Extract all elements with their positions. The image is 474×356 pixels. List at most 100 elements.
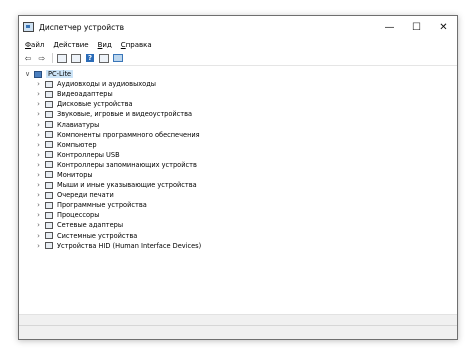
tree-item-label: Дисковые устройства bbox=[57, 100, 133, 109]
status-bar bbox=[19, 325, 457, 339]
tree-item-label: Клавиатуры bbox=[57, 120, 100, 129]
menu-action-label: ействие bbox=[58, 40, 89, 49]
device-category-icon bbox=[45, 171, 53, 179]
tree-item[interactable]: › Очереди печати bbox=[19, 190, 457, 200]
toolbar: ⇦ ⇨ ? bbox=[19, 51, 457, 66]
collapsed-chevron-icon[interactable]: › bbox=[34, 211, 43, 219]
tree-children: › Аудиовходы и аудиовыходы › Видеоадаптеры ›… bbox=[19, 79, 457, 251]
collapsed-chevron-icon[interactable]: › bbox=[34, 141, 43, 149]
device-tree: ∨ PC-Lite › Аудиовходы и аудиовыходы › Виде… bbox=[19, 66, 457, 326]
help-icon: ? bbox=[86, 54, 94, 62]
close-button[interactable]: ✕ bbox=[430, 16, 457, 38]
device-category-icon bbox=[45, 151, 53, 159]
device-manager-icon bbox=[23, 22, 34, 32]
tree-item[interactable]: › Мониторы bbox=[19, 170, 457, 180]
device-category-icon bbox=[45, 181, 53, 189]
tree-item[interactable]: › Устройства HID (Human Interface Devices… bbox=[19, 241, 457, 251]
device-category-icon bbox=[45, 80, 53, 88]
console-tree-icon bbox=[57, 53, 67, 63]
tree-item[interactable]: › Мыши и иные указывающие устройства bbox=[19, 180, 457, 190]
tree-item[interactable]: › Процессоры bbox=[19, 210, 457, 220]
help-button[interactable]: ? bbox=[85, 53, 95, 63]
tree-root-label: PC-Lite bbox=[46, 70, 74, 79]
device-category-icon bbox=[45, 211, 53, 219]
tree-item[interactable]: › Компоненты программного обеспечения bbox=[19, 130, 457, 140]
device-category-icon bbox=[45, 232, 53, 240]
tree-item-label: Звуковые, игровые и видеоустройства bbox=[57, 110, 193, 119]
device-category-icon bbox=[45, 131, 53, 139]
collapsed-chevron-icon[interactable]: › bbox=[34, 221, 43, 229]
toolbar-separator bbox=[52, 53, 53, 63]
tree-item-label: Программные устройства bbox=[57, 201, 147, 210]
window-controls: — ☐ ✕ bbox=[376, 16, 457, 38]
show-hide-console-tree-button[interactable] bbox=[57, 53, 67, 63]
tree-item-label: Мыши и иные указывающие устройства bbox=[57, 181, 197, 190]
menu-action[interactable]: Действие bbox=[53, 41, 88, 49]
device-category-icon bbox=[45, 141, 53, 149]
menu-help-label: правка bbox=[125, 40, 152, 49]
tree-item-label: Контроллеры USB bbox=[57, 150, 120, 159]
collapsed-chevron-icon[interactable]: › bbox=[34, 131, 43, 139]
monitor-icon bbox=[113, 54, 123, 62]
tree-item[interactable]: › Дисковые устройства bbox=[19, 99, 457, 109]
collapsed-chevron-icon[interactable]: › bbox=[34, 121, 43, 129]
device-category-icon bbox=[45, 191, 53, 199]
action-pane-button[interactable] bbox=[99, 53, 109, 63]
collapsed-chevron-icon[interactable]: › bbox=[34, 161, 43, 169]
device-category-icon bbox=[45, 100, 53, 108]
tree-item-label: Системные устройства bbox=[57, 231, 138, 240]
tree-item-label: Компоненты программного обеспечения bbox=[57, 130, 200, 139]
collapsed-chevron-icon[interactable]: › bbox=[34, 171, 43, 179]
minimize-button[interactable]: — bbox=[376, 16, 403, 38]
tree-item[interactable]: › Контроллеры запоминающих устройств bbox=[19, 160, 457, 170]
tree-item[interactable]: › Звуковые, игровые и видеоустройства bbox=[19, 109, 457, 119]
action-pane-icon bbox=[99, 53, 109, 63]
maximize-button[interactable]: ☐ bbox=[403, 16, 430, 38]
tree-item-label: Контроллеры запоминающих устройств bbox=[57, 160, 197, 169]
tree-item[interactable]: › Компьютер bbox=[19, 140, 457, 150]
tree-item-label: Компьютер bbox=[57, 140, 97, 149]
tree-root[interactable]: ∨ PC-Lite bbox=[19, 69, 457, 79]
title-bar: Диспетчер устройств — ☐ ✕ bbox=[19, 16, 457, 38]
forward-button[interactable]: ⇨ bbox=[37, 53, 47, 63]
device-category-icon bbox=[45, 161, 53, 169]
device-category-icon bbox=[45, 221, 53, 229]
tree-item-label: Очереди печати bbox=[57, 191, 114, 200]
back-button[interactable]: ⇦ bbox=[23, 53, 33, 63]
computer-icon bbox=[34, 70, 42, 78]
menu-view-label: ид bbox=[102, 40, 112, 49]
tree-item[interactable]: › Видеоадаптеры bbox=[19, 89, 457, 99]
collapsed-chevron-icon[interactable]: › bbox=[34, 232, 43, 240]
tree-item[interactable]: › Сетевые адаптеры bbox=[19, 220, 457, 230]
expanded-chevron-icon[interactable]: ∨ bbox=[23, 70, 32, 78]
tree-item-label: Мониторы bbox=[57, 170, 93, 179]
tree-item[interactable]: › Системные устройства bbox=[19, 231, 457, 241]
device-category-icon bbox=[45, 201, 53, 209]
collapsed-chevron-icon[interactable]: › bbox=[34, 110, 43, 118]
menu-file[interactable]: Файл bbox=[25, 41, 44, 49]
properties-button[interactable] bbox=[71, 53, 81, 63]
tree-item[interactable]: › Контроллеры USB bbox=[19, 150, 457, 160]
collapsed-chevron-icon[interactable]: › bbox=[34, 181, 43, 189]
device-category-icon bbox=[45, 121, 53, 129]
tree-item[interactable]: › Аудиовходы и аудиовыходы bbox=[19, 79, 457, 89]
device-category-icon bbox=[45, 242, 53, 250]
collapsed-chevron-icon[interactable]: › bbox=[34, 80, 43, 88]
collapsed-chevron-icon[interactable]: › bbox=[34, 242, 43, 250]
collapsed-chevron-icon[interactable]: › bbox=[34, 100, 43, 108]
menu-view[interactable]: Вид bbox=[98, 41, 112, 49]
tree-item-label: Видеоадаптеры bbox=[57, 90, 113, 99]
scan-hardware-button[interactable] bbox=[113, 53, 123, 63]
window-title: Диспетчер устройств bbox=[39, 22, 125, 32]
collapsed-chevron-icon[interactable]: › bbox=[34, 90, 43, 98]
collapsed-chevron-icon[interactable]: › bbox=[34, 191, 43, 199]
tree-item[interactable]: › Клавиатуры bbox=[19, 119, 457, 129]
tree-item-label: Процессоры bbox=[57, 211, 100, 220]
tree-item-label: Сетевые адаптеры bbox=[57, 221, 124, 230]
menu-help[interactable]: Справка bbox=[121, 41, 152, 49]
collapsed-chevron-icon[interactable]: › bbox=[34, 151, 43, 159]
menu-file-label: айл bbox=[31, 40, 45, 49]
menu-bar: Файл Действие Вид Справка bbox=[19, 38, 457, 51]
tree-item[interactable]: › Программные устройства bbox=[19, 200, 457, 210]
collapsed-chevron-icon[interactable]: › bbox=[34, 201, 43, 209]
